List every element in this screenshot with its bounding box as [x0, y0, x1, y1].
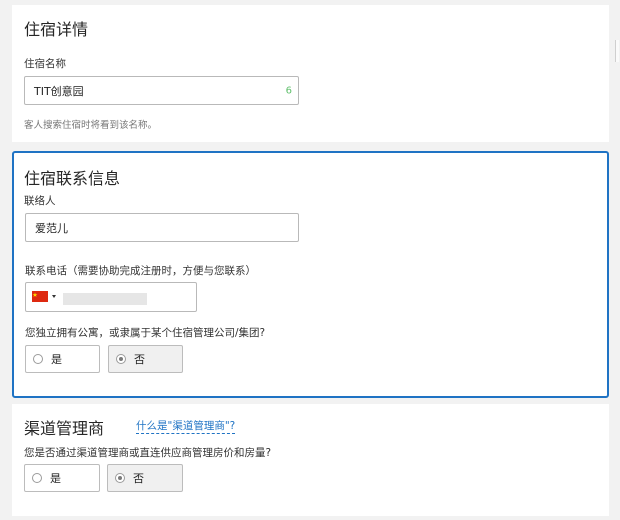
channel-option-yes-label: 是 [50, 472, 61, 485]
radio-circle-icon [32, 473, 42, 483]
contact-phone-input[interactable] [25, 282, 197, 312]
property-name-hint: 客人搜索住宿时将看到该名称。 [24, 120, 158, 131]
radio-selected-icon [115, 473, 125, 483]
contact-person-value: 爱范儿 [35, 221, 68, 235]
channel-manager-question: 您是否通过渠道管理商或直连供应商管理房价和房量? [24, 447, 272, 459]
channel-manager-help-link[interactable]: 什么是"渠道管理商"? [136, 420, 236, 434]
side-panel-edge [615, 40, 619, 62]
ownership-option-no[interactable]: 否 [108, 345, 183, 373]
property-name-label: 住宿名称 [24, 58, 66, 70]
ownership-question: 您独立拥有公寓，或隶属于某个住宿管理公司/集团? [25, 327, 266, 339]
channel-option-no[interactable]: 否 [107, 464, 183, 492]
cn-flag-icon [32, 291, 48, 302]
property-name-value: TIT创意园 [34, 84, 84, 98]
channel-option-yes[interactable]: 是 [24, 464, 100, 492]
property-name-input[interactable]: TIT创意园 6 [24, 76, 299, 105]
radio-circle-icon [33, 354, 43, 364]
property-registration-page: 住宿详情 住宿名称 TIT创意园 6 客人搜索住宿时将看到该名称。 住宿联系信息… [0, 0, 620, 520]
property-details-card: 住宿详情 住宿名称 TIT创意园 6 客人搜索住宿时将看到该名称。 [12, 5, 609, 142]
contact-person-label: 联络人 [24, 195, 56, 207]
contact-info-title: 住宿联系信息 [24, 169, 121, 188]
channel-option-no-label: 否 [133, 472, 144, 485]
contact-person-input[interactable]: 爱范儿 [25, 213, 299, 242]
radio-selected-icon [116, 354, 126, 364]
contact-info-card: 住宿联系信息 联络人 爱范儿 联系电话（需要协助完成注册时，方便与您联系） 您独… [12, 151, 609, 398]
contact-phone-value-redacted [63, 293, 147, 305]
ownership-option-yes[interactable]: 是 [25, 345, 100, 373]
channel-manager-card: 渠道管理商 什么是"渠道管理商"? 您是否通过渠道管理商或直连供应商管理房价和房… [12, 404, 609, 516]
country-dropdown-caret-icon[interactable] [52, 295, 56, 298]
channel-manager-title: 渠道管理商 [24, 419, 105, 438]
ownership-option-yes-label: 是 [51, 353, 62, 366]
contact-phone-label: 联系电话（需要协助完成注册时，方便与您联系） [25, 265, 256, 277]
ownership-option-no-label: 否 [134, 353, 145, 366]
property-details-title: 住宿详情 [24, 20, 89, 39]
property-name-char-count: 6 [285, 85, 292, 96]
